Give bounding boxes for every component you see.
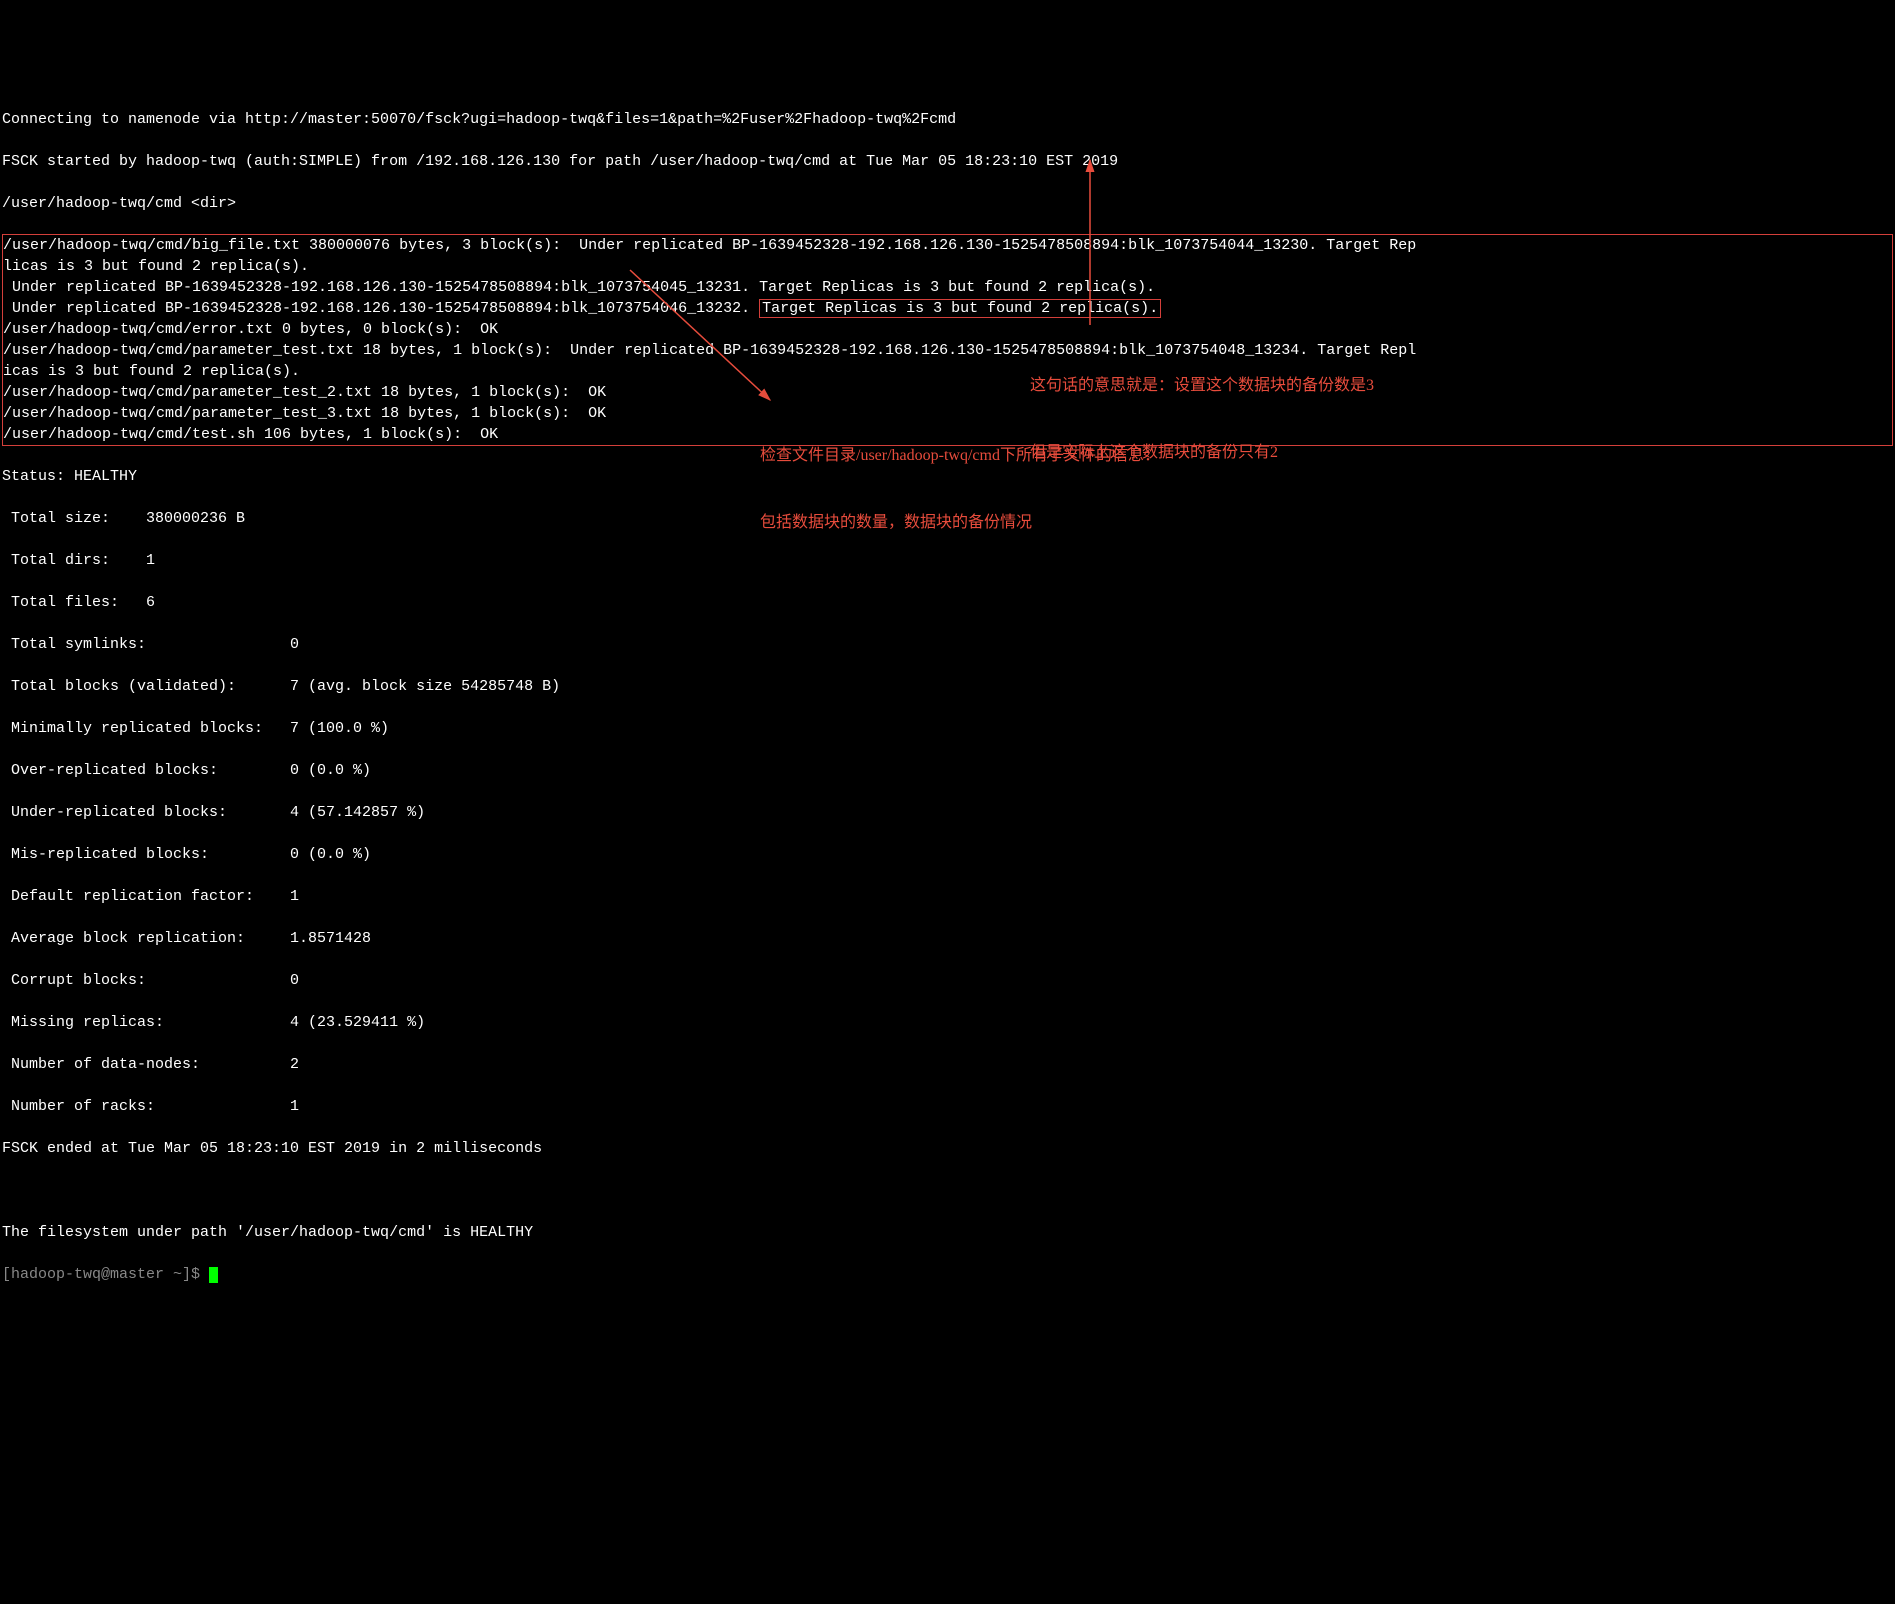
annotation-check-files: 检查文件目录/user/hadoop-twq/cmd下所有子文件的信息： 包括数… — [760, 400, 1160, 557]
corrupt-blocks: Corrupt blocks: 0 — [2, 970, 1893, 991]
under-replicated-2: Under replicated BP-1639452328-192.168.1… — [3, 298, 1892, 319]
cursor-icon — [209, 1267, 218, 1283]
shell-prompt: [hadoop-twq@master ~]$ — [2, 1266, 209, 1283]
file-parameter-test: /user/hadoop-twq/cmd/parameter_test.txt … — [3, 340, 1892, 361]
shell-prompt-line[interactable]: [hadoop-twq@master ~]$ — [2, 1264, 1893, 1285]
terminal-output: Connecting to namenode via http://master… — [0, 84, 1895, 1310]
fsck-ended: FSCK ended at Tue Mar 05 18:23:10 EST 20… — [2, 1138, 1893, 1159]
annotation-check-l2: 包括数据块的数量，数据块的备份情况 — [760, 512, 1160, 534]
file-big-file-cont: licas is 3 but found 2 replica(s). — [3, 256, 1892, 277]
min-replicated: Minimally replicated blocks: 7 (100.0 %) — [2, 718, 1893, 739]
annotation-check-l1: 检查文件目录/user/hadoop-twq/cmd下所有子文件的信息： — [760, 445, 1160, 467]
fsck-connecting-line: Connecting to namenode via http://master… — [2, 109, 1893, 130]
file-error-txt: /user/hadoop-twq/cmd/error.txt 0 bytes, … — [3, 319, 1892, 340]
target-replicas-highlight: Target Replicas is 3 but found 2 replica… — [759, 299, 1161, 318]
annotation-replica-l1: 这句话的意思就是：设置这个数据块的备份数是3 — [1030, 375, 1374, 397]
fsck-path-dir: /user/hadoop-twq/cmd <dir> — [2, 193, 1893, 214]
data-nodes: Number of data-nodes: 2 — [2, 1054, 1893, 1075]
ur2-pre: Under replicated BP-1639452328-192.168.1… — [3, 300, 759, 317]
under-replicated: Under-replicated blocks: 4 (57.142857 %) — [2, 802, 1893, 823]
fsck-started-line: FSCK started by hadoop-twq (auth:SIMPLE)… — [2, 151, 1893, 172]
racks: Number of racks: 1 — [2, 1096, 1893, 1117]
total-symlinks: Total symlinks: 0 — [2, 634, 1893, 655]
mis-replicated: Mis-replicated blocks: 0 (0.0 %) — [2, 844, 1893, 865]
under-replicated-1: Under replicated BP-1639452328-192.168.1… — [3, 277, 1892, 298]
over-replicated: Over-replicated blocks: 0 (0.0 %) — [2, 760, 1893, 781]
default-replication: Default replication factor: 1 — [2, 886, 1893, 907]
avg-replication: Average block replication: 1.8571428 — [2, 928, 1893, 949]
total-files: Total files: 6 — [2, 592, 1893, 613]
healthy-line: The filesystem under path '/user/hadoop-… — [2, 1222, 1893, 1243]
total-blocks: Total blocks (validated): 7 (avg. block … — [2, 676, 1893, 697]
file-parameter-test-cont: icas is 3 but found 2 replica(s). — [3, 361, 1892, 382]
missing-replicas: Missing replicas: 4 (23.529411 %) — [2, 1012, 1893, 1033]
file-big-file: /user/hadoop-twq/cmd/big_file.txt 380000… — [3, 235, 1892, 256]
